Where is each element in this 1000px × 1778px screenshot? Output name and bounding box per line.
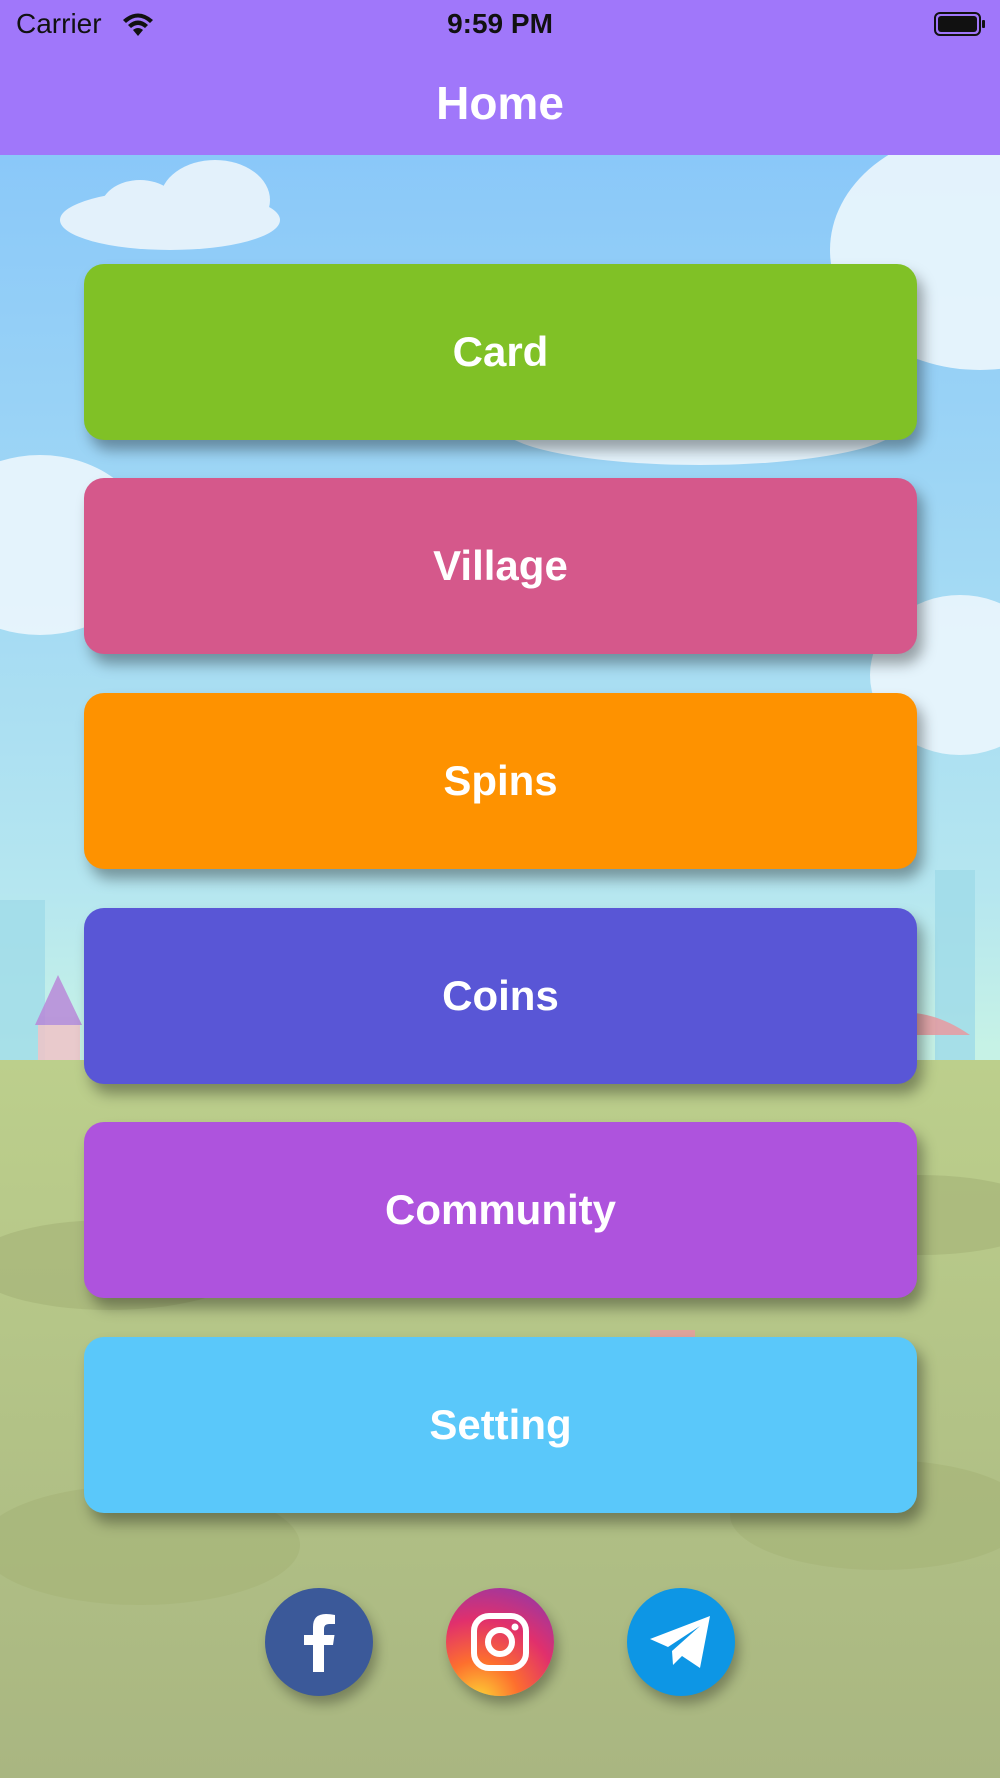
clock: 9:59 PM xyxy=(447,8,553,39)
setting-button[interactable]: Setting xyxy=(84,1337,917,1513)
instagram-button[interactable] xyxy=(446,1588,554,1696)
facebook-button[interactable] xyxy=(265,1588,373,1696)
facebook-icon xyxy=(304,1614,335,1672)
status-bar: Carrier 9:59 PM xyxy=(0,0,1000,50)
coins-button[interactable]: Coins xyxy=(84,908,917,1084)
battery-icon xyxy=(934,12,985,36)
page-title: Home xyxy=(436,77,564,129)
telegram-button[interactable] xyxy=(627,1588,735,1696)
village-button[interactable]: Village xyxy=(84,478,917,654)
community-button[interactable]: Community xyxy=(84,1122,917,1298)
telegram-icon xyxy=(650,1616,710,1668)
spins-button[interactable]: Spins xyxy=(84,693,917,869)
navigation-bar: Home xyxy=(0,50,1000,155)
instagram-icon xyxy=(471,1613,529,1671)
card-button[interactable]: Card xyxy=(84,264,917,440)
